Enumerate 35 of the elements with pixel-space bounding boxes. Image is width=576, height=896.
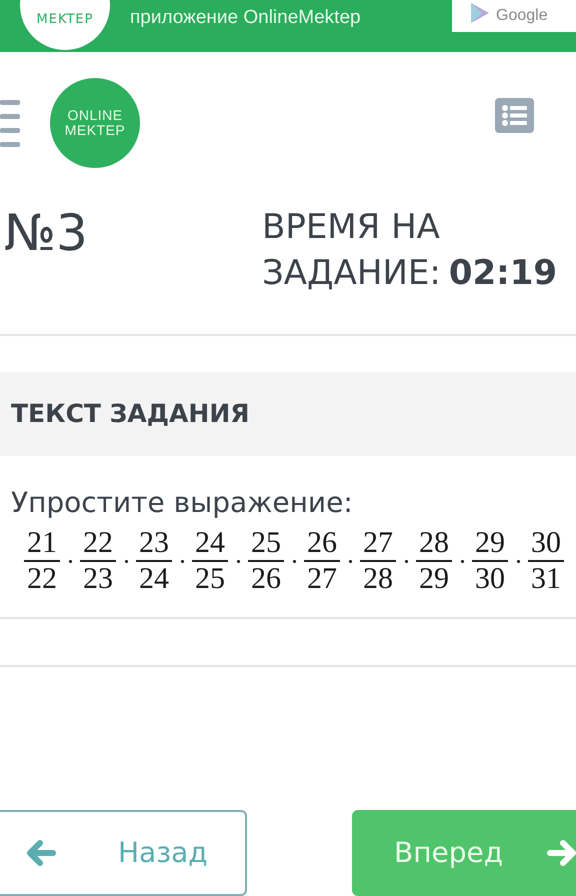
fraction: 21 22	[24, 526, 60, 597]
fraction: 27 28	[360, 526, 396, 597]
task-number: №3	[3, 203, 89, 264]
fraction: 30 31	[528, 526, 564, 597]
app-logo[interactable]: MEKTEP	[20, 0, 110, 50]
multiply-dot	[237, 560, 240, 563]
timer-label: ЗАДАНИЕ:	[262, 252, 441, 295]
multiply-dot	[405, 560, 408, 563]
multiply-dot	[125, 560, 128, 563]
banner-text: приложение OnlineMektep	[130, 6, 361, 30]
multiply-dot	[349, 560, 352, 563]
multiply-dot	[461, 560, 464, 563]
menu-icon[interactable]	[0, 100, 20, 150]
fraction: 23 24	[136, 526, 172, 597]
multiply-dot	[181, 560, 184, 563]
fraction: 24 25	[192, 526, 228, 597]
multiply-dot	[69, 560, 72, 563]
arrow-right-icon	[547, 840, 576, 866]
fraction: 25 26	[248, 526, 284, 597]
fraction: 26 27	[304, 526, 340, 597]
fraction: 22 23	[80, 526, 116, 597]
store-badge[interactable]: Google	[452, 0, 576, 32]
arrow-left-icon	[26, 840, 56, 866]
fraction: 28 29	[416, 526, 452, 597]
multiply-dot	[293, 560, 296, 563]
back-button[interactable]: Назад	[0, 810, 247, 896]
timer-value: 02:19	[448, 252, 558, 295]
site-logo[interactable]: ONLINE MEKTEP	[50, 78, 140, 168]
multiply-dot	[517, 560, 520, 563]
section-header: ТЕКСТ ЗАДАНИЯ	[0, 372, 576, 456]
timer-label: ВРЕМЯ НА	[262, 206, 441, 249]
fraction: 29 30	[472, 526, 508, 597]
question-text: Упростите выражение:	[10, 485, 354, 520]
next-button[interactable]: Вперед	[352, 810, 576, 896]
list-icon[interactable]	[495, 98, 534, 133]
